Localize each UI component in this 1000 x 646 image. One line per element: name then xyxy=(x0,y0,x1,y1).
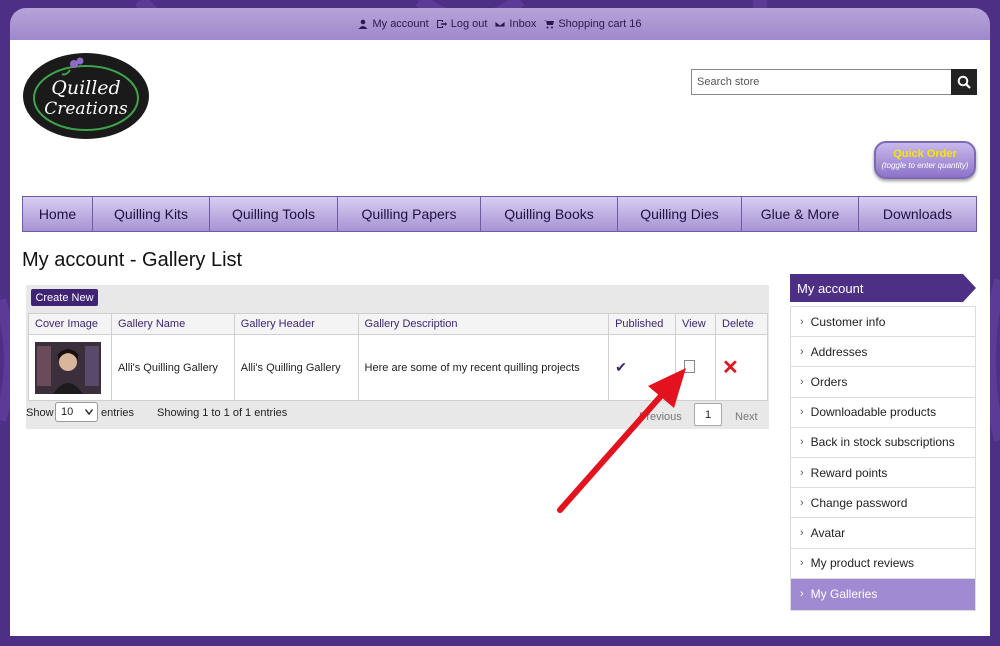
page-title: My account - Gallery List xyxy=(22,249,243,271)
top-link-inbox[interactable]: Inbox xyxy=(495,18,536,30)
envelope-icon xyxy=(495,20,506,28)
sidebar-item-label: Addresses xyxy=(810,344,868,359)
search-input[interactable] xyxy=(691,69,951,95)
sidebar-item-product-reviews[interactable]: › My product reviews xyxy=(791,549,975,579)
chevron-right-icon: › xyxy=(800,557,804,570)
delete-cell: ✕ xyxy=(715,334,768,401)
sidebar-item-label: Downloadable products xyxy=(810,405,937,420)
nav-glue-more[interactable]: Glue & More xyxy=(742,197,859,231)
chevron-right-icon: › xyxy=(800,466,804,479)
account-sidebar: › Customer info › Addresses › Orders › Downl… xyxy=(790,306,976,611)
col-gallery-description[interactable]: Gallery Description xyxy=(357,313,610,335)
table-header-row: Cover Image Gallery Name Gallery Header … xyxy=(28,313,768,335)
quick-order-sublabel: (toggle to enter quantity) xyxy=(881,161,969,170)
nav-quilling-kits[interactable]: Quilling Kits xyxy=(93,197,210,231)
logo-text-quilled: Quilled xyxy=(51,77,120,99)
sidebar-item-my-galleries[interactable]: › My Galleries xyxy=(791,578,975,611)
sidebar-item-label: Back in stock subscriptions xyxy=(810,435,955,450)
entries-per-page-select[interactable]: 10 xyxy=(55,402,98,422)
col-delete[interactable]: Delete xyxy=(715,313,768,335)
main-nav: Home Quilling Kits Quilling Tools Quilli… xyxy=(22,196,977,232)
sidebar-item-addresses[interactable]: › Addresses xyxy=(791,337,975,368)
sidebar-item-avatar[interactable]: › Avatar xyxy=(791,518,975,549)
sidebar-item-label: My product reviews xyxy=(810,556,915,571)
gallery-name-cell: Alli's Quilling Gallery xyxy=(110,334,235,401)
chevron-right-icon: › xyxy=(800,345,804,358)
nav-downloads[interactable]: Downloads xyxy=(859,197,976,231)
sidebar-item-label: Reward points xyxy=(810,465,888,480)
sidebar-item-reward-points[interactable]: › Reward points xyxy=(791,458,975,489)
sidebar-item-customer-info[interactable]: › Customer info xyxy=(791,307,975,338)
entries-label: entries xyxy=(101,407,135,419)
col-gallery-name[interactable]: Gallery Name xyxy=(110,313,235,335)
chevron-right-icon: › xyxy=(800,315,804,328)
chevron-right-icon: › xyxy=(800,375,804,388)
search-icon xyxy=(957,75,971,89)
sidebar-item-label: Avatar xyxy=(810,525,846,540)
cover-image-photo xyxy=(35,341,101,394)
sidebar-item-label: Customer info xyxy=(810,314,886,329)
sidebar-item-change-password[interactable]: › Change password xyxy=(791,488,975,519)
nav-quilling-dies[interactable]: Quilling Dies xyxy=(618,197,742,231)
top-link-label: Log out xyxy=(450,18,488,30)
col-published[interactable]: Published xyxy=(608,313,677,335)
chevron-right-icon: › xyxy=(800,436,804,449)
top-link-my-account[interactable]: My account xyxy=(358,18,429,30)
nav-quilling-papers[interactable]: Quilling Papers xyxy=(338,197,481,231)
sidebar-item-label: Orders xyxy=(810,374,848,389)
sidebar-item-label: Change password xyxy=(810,495,908,510)
entries-per-page-value: 10 xyxy=(61,406,74,418)
logo-text-creations: Creations xyxy=(44,99,128,119)
sidebar-item-orders[interactable]: › Orders xyxy=(791,367,975,398)
col-gallery-header[interactable]: Gallery Header xyxy=(233,313,359,335)
sidebar-item-back-in-stock[interactable]: › Back in stock subscriptions xyxy=(791,428,975,458)
search-button[interactable] xyxy=(951,69,977,95)
top-link-label: Shopping cart 16 xyxy=(558,18,642,30)
top-link-shopping-cart[interactable]: Shopping cart 16 xyxy=(544,18,642,30)
show-label: Show xyxy=(26,407,54,419)
quick-order-button[interactable]: Quick Order (toggle to enter quantity) xyxy=(874,141,976,179)
top-link-label: My account xyxy=(372,18,429,30)
top-utility-bar: My account Log out Inbox Shopping cart 1… xyxy=(10,8,990,40)
col-cover-image[interactable]: Cover Image xyxy=(28,313,112,335)
user-icon xyxy=(358,19,368,29)
sidebar-title: My account xyxy=(797,281,864,296)
chevron-right-icon: › xyxy=(800,588,804,601)
top-link-log-out[interactable]: Log out xyxy=(436,18,488,30)
chevron-right-icon: › xyxy=(800,496,804,509)
showing-info: Showing 1 to 1 of 1 entries xyxy=(157,407,288,419)
red-arrow-annotation xyxy=(557,368,686,513)
quick-order-label: Quick Order xyxy=(893,148,957,160)
sidebar-item-downloadable-products[interactable]: › Downloadable products xyxy=(791,398,975,428)
page-content: Quilled Creations Quick Order (toggle to… xyxy=(10,40,990,636)
sidebar-item-label: My Galleries xyxy=(810,587,878,602)
next-page-button[interactable]: Next xyxy=(735,411,758,423)
nav-quilling-books[interactable]: Quilling Books xyxy=(481,197,618,231)
top-link-label: Inbox xyxy=(509,18,537,30)
cover-image-cell xyxy=(28,334,112,401)
nav-home[interactable]: Home xyxy=(23,197,93,231)
gallery-header-cell: Alli's Quilling Gallery xyxy=(233,334,359,401)
nav-quilling-tools[interactable]: Quilling Tools xyxy=(210,197,338,231)
col-view[interactable]: View xyxy=(675,313,716,335)
delete-icon[interactable]: ✕ xyxy=(722,357,739,379)
quilled-creations-logo[interactable]: Quilled Creations xyxy=(22,52,150,140)
create-new-button[interactable]: Create New xyxy=(31,289,98,306)
cart-icon xyxy=(544,20,555,29)
search-bar xyxy=(691,69,977,95)
chevron-down-icon xyxy=(85,409,93,415)
logout-icon xyxy=(436,20,447,28)
chevron-right-icon: › xyxy=(800,406,804,419)
chevron-right-icon: › xyxy=(800,526,804,539)
